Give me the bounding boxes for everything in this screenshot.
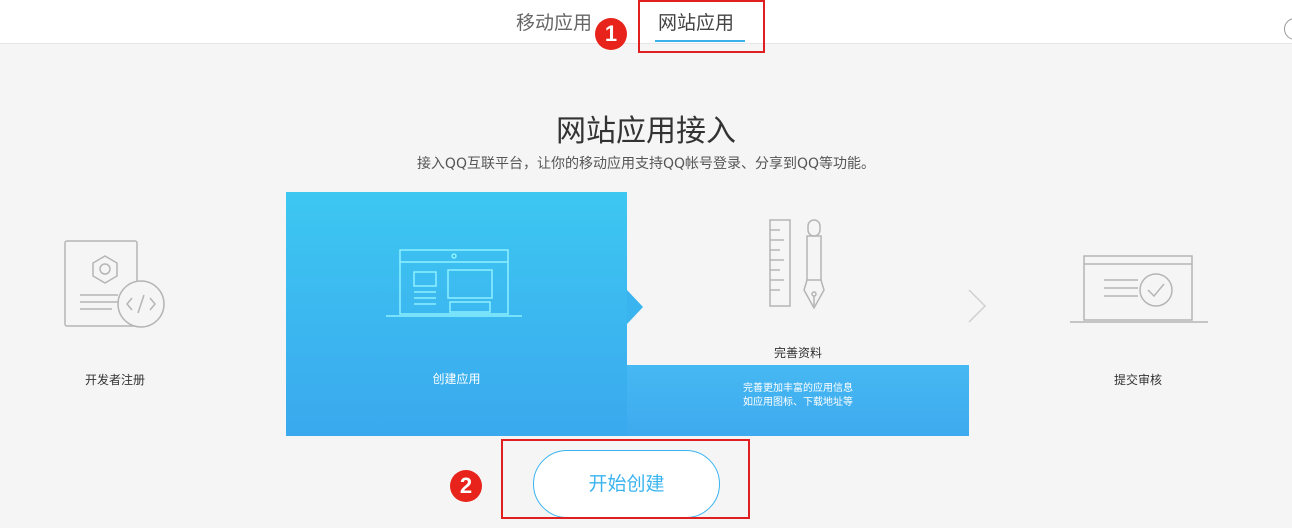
scroll-edge-icon	[1284, 18, 1292, 40]
step-complete-info-desc-1: 完善更加丰富的应用信息	[743, 383, 853, 394]
annotation-box-1	[638, 0, 765, 53]
submit-review-icon	[1070, 255, 1208, 323]
step-submit-review-label: 提交审核	[1113, 373, 1162, 387]
developer-register-icon	[64, 240, 165, 328]
page-subtitle: 接入QQ互联平台，让你的移动应用支持QQ帐号登录、分享到QQ等功能。	[416, 156, 876, 172]
chevron-right-icon	[968, 289, 987, 323]
page-title: 网站应用接入	[556, 114, 736, 149]
create-app-icon	[386, 249, 522, 317]
ruler-pen-icon	[769, 219, 825, 310]
step-arrow-active	[627, 290, 643, 324]
step-developer-register-label: 开发者注册	[84, 373, 145, 387]
annotation-number-2: 2	[450, 470, 482, 502]
step-complete-info-desc-2: 如应用图标、下载地址等	[743, 397, 853, 408]
annotation-number-1: 1	[595, 18, 627, 50]
tab-mobile-app[interactable]: 移动应用	[516, 8, 592, 35]
step-complete-info-label: 完善资料	[773, 346, 822, 360]
annotation-box-2	[501, 439, 750, 519]
step-create-app-label: 创建应用	[432, 372, 481, 386]
